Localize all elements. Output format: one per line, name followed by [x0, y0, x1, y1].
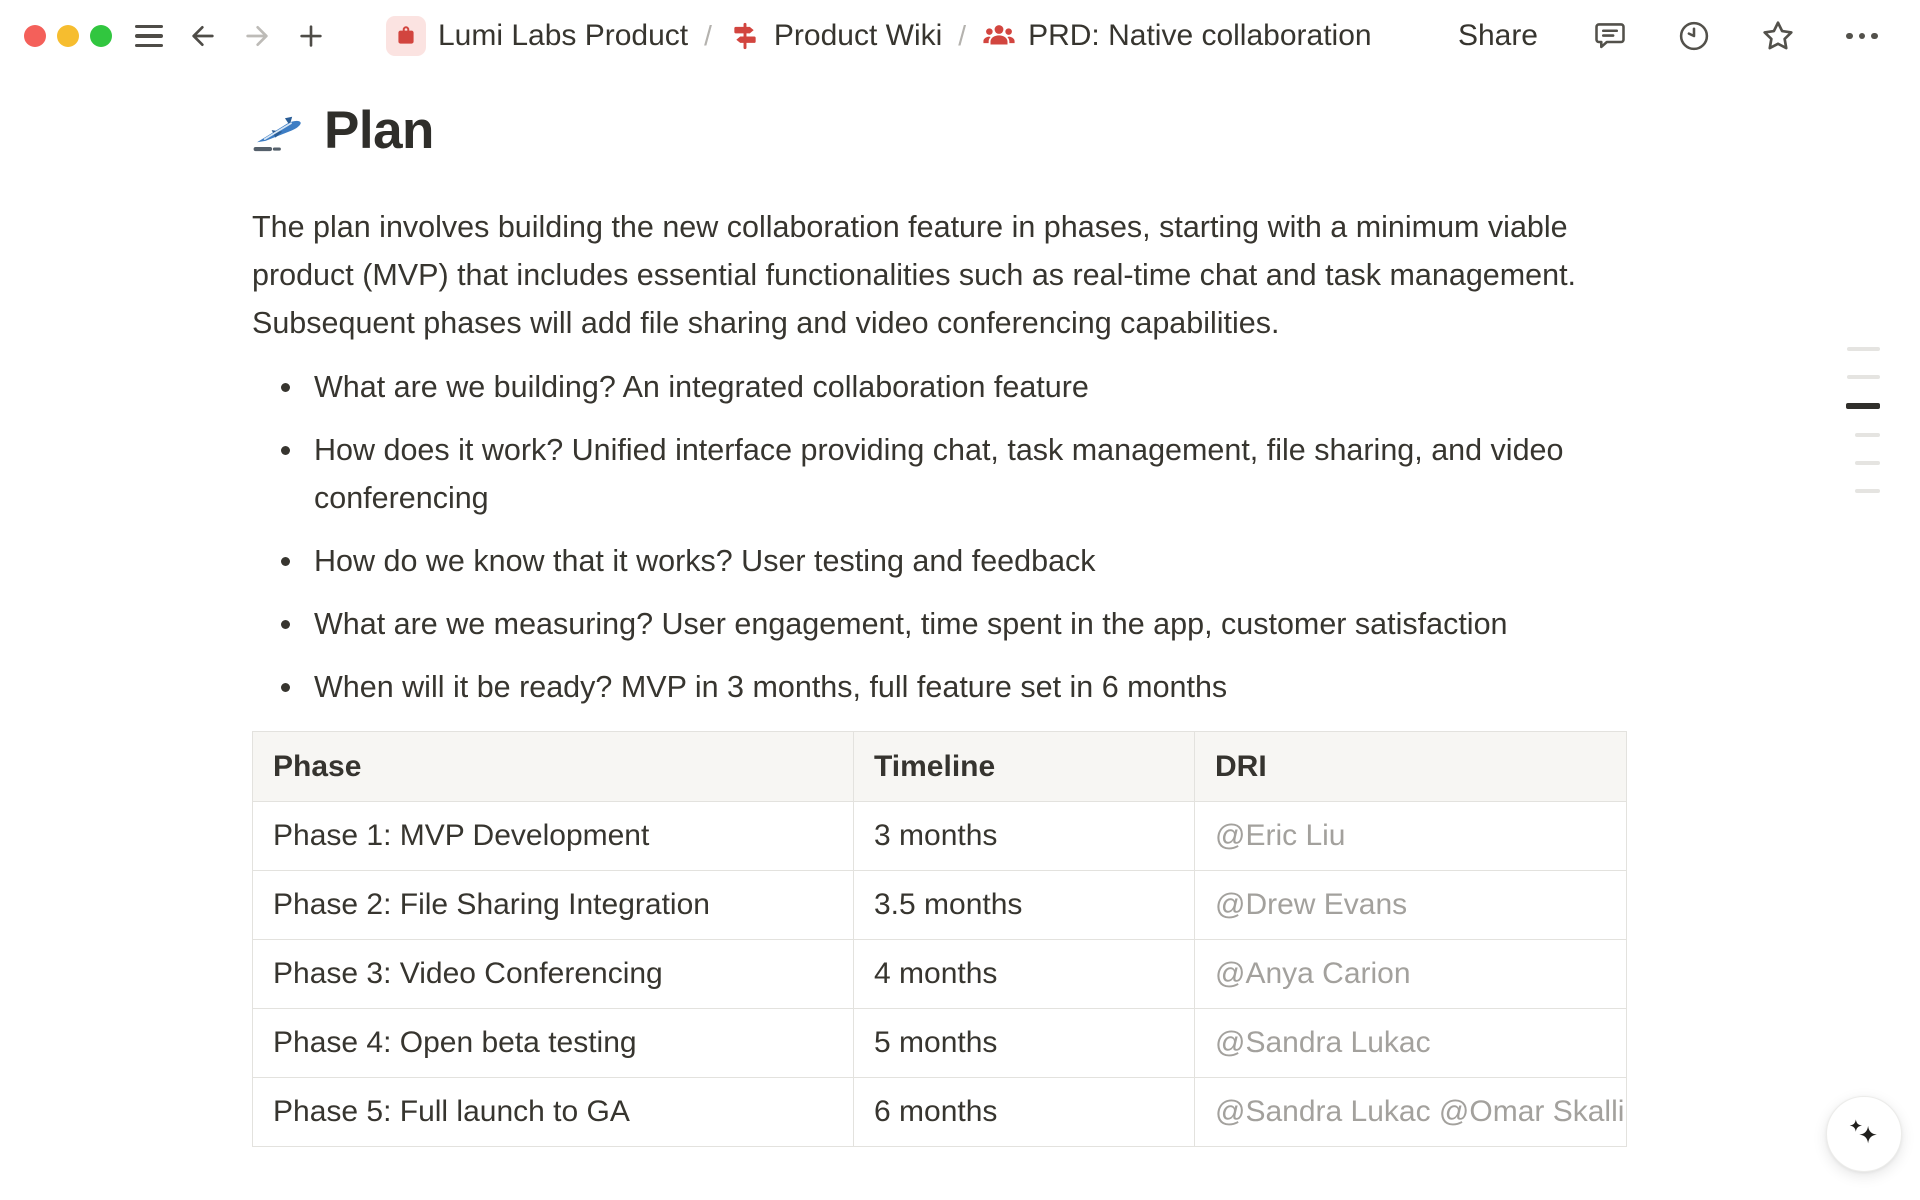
list-item[interactable]: When will it be ready? MVP in 3 months, …: [252, 663, 1668, 711]
menu-icon: [135, 25, 163, 47]
back-button[interactable]: [186, 19, 220, 53]
updates-button[interactable]: [1672, 14, 1716, 58]
airplane-departure-emoji[interactable]: [252, 105, 304, 157]
list-item[interactable]: What are we measuring? User engagement, …: [252, 600, 1668, 648]
cell-dri-mention[interactable]: @Eric Liu: [1195, 802, 1627, 871]
favorite-button[interactable]: [1756, 14, 1800, 58]
list-item[interactable]: How does it work? Unified interface prov…: [252, 426, 1668, 522]
signpost-icon: [728, 19, 762, 53]
breadcrumb-label: Lumi Labs Product: [438, 19, 688, 53]
share-button[interactable]: Share: [1448, 13, 1548, 59]
intro-paragraph[interactable]: The plan involves building the new colla…: [252, 203, 1668, 347]
zoom-window-button[interactable]: [90, 25, 112, 47]
forward-button[interactable]: [240, 19, 274, 53]
comments-button[interactable]: [1588, 14, 1632, 58]
sparkles-icon: [1843, 1113, 1885, 1155]
back-icon: [187, 20, 219, 52]
more-icon: [1846, 33, 1878, 40]
cell-timeline[interactable]: 3 months: [854, 802, 1195, 871]
briefcase-icon: [386, 16, 426, 56]
list-item[interactable]: How do we know that it works? User testi…: [252, 537, 1668, 585]
column-header-phase[interactable]: Phase: [253, 732, 854, 802]
close-window-button[interactable]: [24, 25, 46, 47]
outline-line[interactable]: [1847, 375, 1880, 379]
phase-table: Phase Timeline DRI Phase 1: MVP Developm…: [252, 731, 1627, 1147]
table-row: Phase 5: Full launch to GA 6 months @San…: [253, 1078, 1627, 1147]
outline-indicator: [1846, 347, 1880, 493]
new-page-button[interactable]: [294, 19, 328, 53]
breadcrumb-separator: /: [704, 20, 712, 52]
cell-timeline[interactable]: 6 months: [854, 1078, 1195, 1147]
column-header-timeline[interactable]: Timeline: [854, 732, 1195, 802]
cell-phase[interactable]: Phase 1: MVP Development: [253, 802, 854, 871]
menu-button[interactable]: [132, 19, 166, 53]
cell-dri-mention[interactable]: @Sandra Lukac: [1195, 1009, 1627, 1078]
favorite-star-icon: [1759, 17, 1797, 55]
table-row: Phase 3: Video Conferencing 4 months @An…: [253, 940, 1627, 1009]
forward-icon: [241, 20, 273, 52]
cell-dri-mention[interactable]: @Sandra Lukac @Omar Skalli: [1195, 1078, 1627, 1147]
plus-icon: [296, 21, 326, 51]
table-row: Phase 1: MVP Development 3 months @Eric …: [253, 802, 1627, 871]
outline-line[interactable]: [1855, 489, 1880, 493]
cell-phase[interactable]: Phase 2: File Sharing Integration: [253, 871, 854, 940]
cell-dri-mention[interactable]: @Anya Carion: [1195, 940, 1627, 1009]
cell-timeline[interactable]: 3.5 months: [854, 871, 1195, 940]
topbar-actions: Share: [1448, 13, 1884, 59]
team-icon: [982, 19, 1016, 53]
breadcrumb-label: PRD: Native collaboration: [1028, 19, 1372, 53]
breadcrumb: Lumi Labs Product / Product Wiki / PRD: …: [386, 16, 1372, 56]
page-content: Plan The plan involves building the new …: [252, 100, 1668, 1147]
cell-phase[interactable]: Phase 5: Full launch to GA: [253, 1078, 854, 1147]
breadcrumb-item-page[interactable]: PRD: Native collaboration: [982, 19, 1372, 53]
outline-line[interactable]: [1855, 433, 1880, 437]
topbar: Lumi Labs Product / Product Wiki / PRD: …: [0, 0, 1920, 72]
ai-assistant-button[interactable]: [1826, 1096, 1902, 1172]
table-row: Phase 2: File Sharing Integration 3.5 mo…: [253, 871, 1627, 940]
page-title-text[interactable]: Plan: [324, 100, 434, 161]
breadcrumb-item-workspace[interactable]: Lumi Labs Product: [386, 16, 688, 56]
window-controls: [24, 25, 112, 47]
more-button[interactable]: [1840, 14, 1884, 58]
minimize-window-button[interactable]: [57, 25, 79, 47]
outline-line[interactable]: [1847, 347, 1880, 351]
cell-timeline[interactable]: 5 months: [854, 1009, 1195, 1078]
updates-clock-icon: [1676, 18, 1712, 54]
cell-phase[interactable]: Phase 3: Video Conferencing: [253, 940, 854, 1009]
cell-timeline[interactable]: 4 months: [854, 940, 1195, 1009]
table-row: Phase 4: Open beta testing 5 months @San…: [253, 1009, 1627, 1078]
breadcrumb-label: Product Wiki: [774, 19, 942, 53]
table-header-row: Phase Timeline DRI: [253, 732, 1627, 802]
page-title: Plan: [252, 100, 1668, 161]
breadcrumb-item-wiki[interactable]: Product Wiki: [728, 19, 942, 53]
comments-icon: [1592, 18, 1628, 54]
list-item[interactable]: What are we building? An integrated coll…: [252, 363, 1668, 411]
cell-dri-mention[interactable]: @Drew Evans: [1195, 871, 1627, 940]
column-header-dri[interactable]: DRI: [1195, 732, 1627, 802]
outline-line[interactable]: [1855, 461, 1880, 465]
outline-line-active[interactable]: [1846, 403, 1880, 409]
question-list: What are we building? An integrated coll…: [252, 363, 1668, 711]
breadcrumb-separator: /: [958, 20, 966, 52]
cell-phase[interactable]: Phase 4: Open beta testing: [253, 1009, 854, 1078]
nav-controls: [132, 19, 328, 53]
